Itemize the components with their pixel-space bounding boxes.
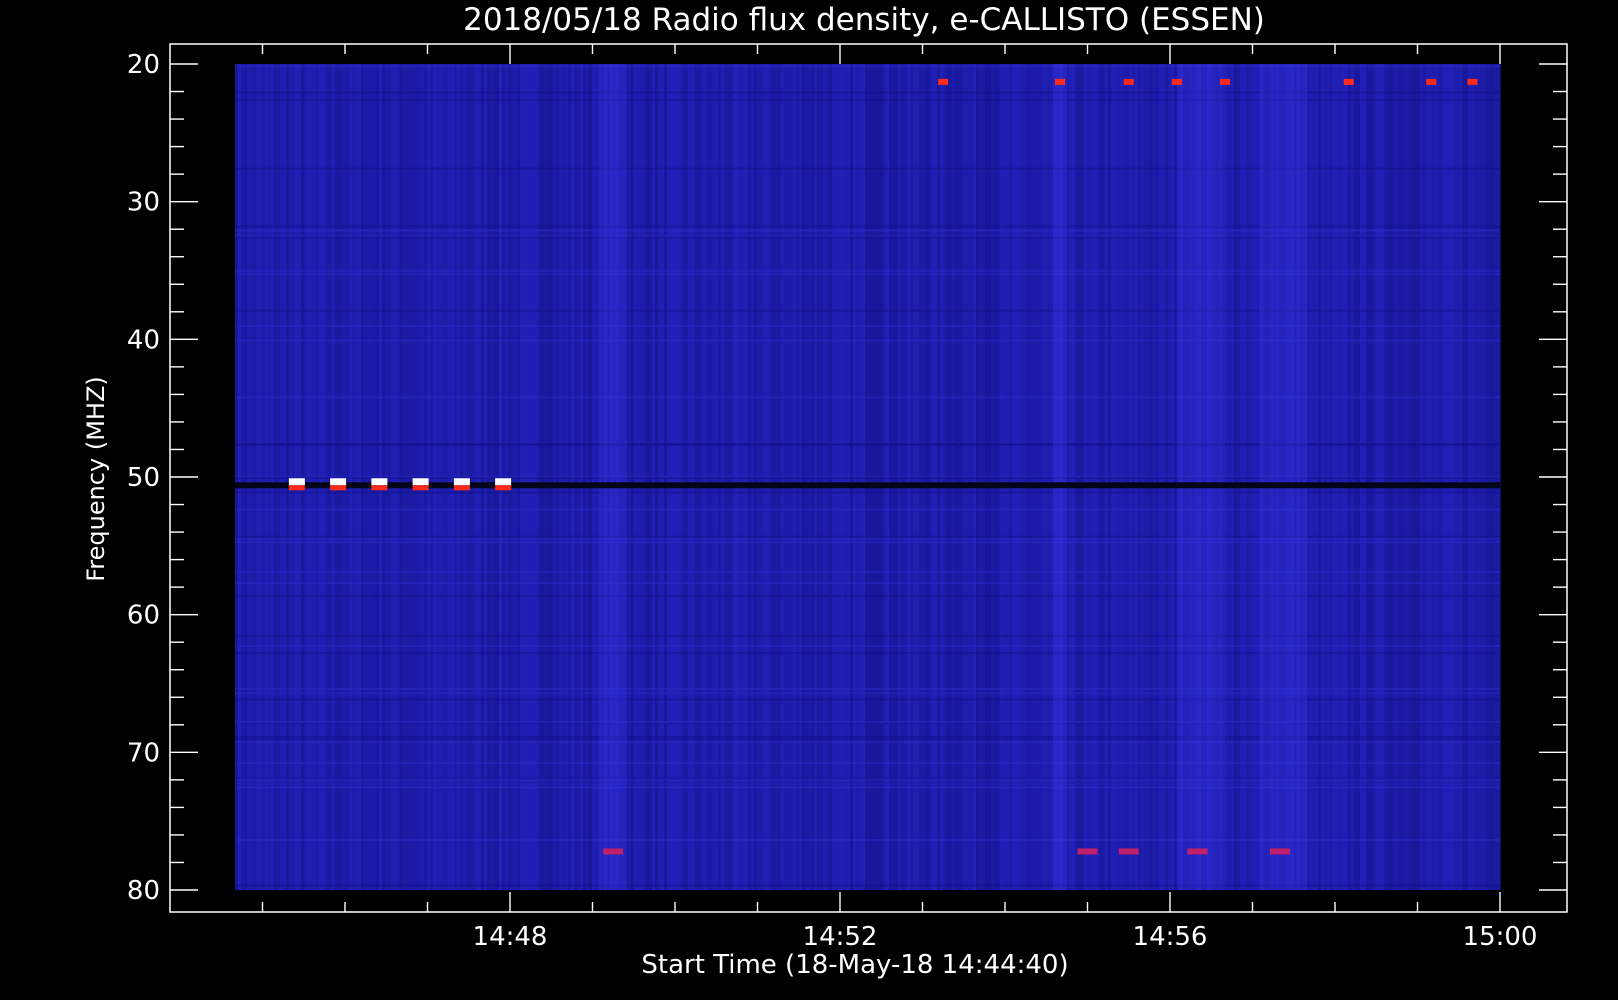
bright-band [1176,64,1225,890]
red-spot [1055,78,1065,85]
red-spot [938,78,949,85]
red-spot [1343,78,1354,85]
y-tick-label: 30 [127,188,160,218]
red-spot [1220,78,1230,85]
texture-row [235,762,1500,765]
texture-row [235,537,1500,540]
x-tick-label: 15:00 [1463,922,1538,952]
texture-row [235,652,1500,655]
burst-mark [288,485,305,491]
texture-row [235,782,1500,785]
texture-row [235,721,1500,724]
spectrogram-chart: 2018/05/18 Radio flux density, e-CALLIST… [0,0,1618,1000]
burst-mark [453,478,470,486]
chart-title: 2018/05/18 Radio flux density, e-CALLIST… [463,2,1265,38]
texture-row [235,91,1500,94]
texture-row [235,309,1500,312]
y-tick-label: 80 [127,876,160,906]
red-spot [1187,848,1208,855]
y-tick-label: 50 [127,463,160,493]
texture-row [235,491,1500,494]
texture-row [235,236,1500,239]
texture-row [235,786,1500,789]
texture-row [235,635,1500,638]
texture-row [235,225,1500,228]
red-spot [1270,848,1290,855]
burst-mark [371,478,388,486]
red-spot [1467,78,1478,85]
burst-mark [495,485,512,491]
y-tick-label: 60 [127,601,160,631]
burst-mark [412,478,429,486]
texture-row [235,594,1500,597]
texture-row [235,571,1500,574]
red-spot [1171,78,1182,85]
texture-row [235,273,1500,276]
y-tick-label: 40 [127,325,160,355]
x-tick-label: 14:48 [473,922,548,952]
x-tick-label: 14:52 [803,922,878,952]
burst-mark [371,485,388,491]
burst-mark [495,478,512,486]
bright-band [1053,64,1067,890]
texture-row [235,535,1500,538]
burst-mark [330,485,347,491]
y-tick-label: 20 [127,50,160,80]
texture-row [235,884,1500,887]
red-spot [1426,78,1437,85]
texture-row [235,65,1500,68]
texture-row [235,838,1500,841]
y-tick-label: 70 [127,738,160,768]
burst-mark [330,478,347,486]
texture-row [235,692,1500,695]
spectrogram-heatmap [235,64,1501,890]
texture-row [235,325,1500,328]
red-spot [1118,848,1139,855]
texture-row [235,167,1500,170]
texture-row [235,687,1500,690]
texture-row [235,339,1500,342]
texture-row [235,229,1500,232]
x-tick-label: 14:56 [1133,922,1208,952]
texture-row [235,741,1500,744]
texture-row [235,738,1500,741]
texture-row [235,582,1500,585]
y-axis-label: Frequency (MHZ) [82,376,110,582]
burst-mark [412,485,429,491]
bright-band [1259,64,1308,890]
burst-mark [288,478,305,486]
texture-row [235,541,1500,544]
texture-row [235,99,1500,102]
texture-row [235,644,1500,647]
heatmap-texture [235,64,1501,890]
x-axis-label: Start Time (18-May-18 14:44:40) [641,950,1068,980]
bright-band [599,64,627,890]
texture-row [235,735,1500,738]
red-spot [1077,848,1098,855]
texture-row [235,269,1500,272]
burst-mark [453,485,470,491]
texture-row [235,508,1500,511]
red-spot [1123,78,1134,85]
texture-row [235,698,1500,701]
texture-row [235,778,1500,781]
texture-row [235,396,1500,399]
red-spot [603,848,624,855]
texture-row [235,443,1500,446]
